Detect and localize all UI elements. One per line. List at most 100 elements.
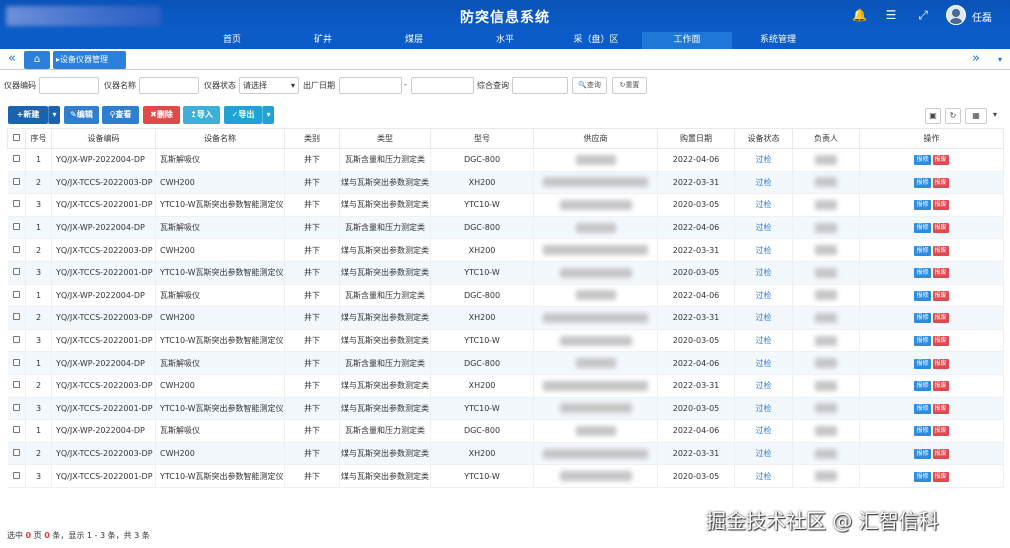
cell-status[interactable]: 过检: [734, 238, 793, 262]
row-checkbox[interactable]: [7, 306, 26, 330]
code-input[interactable]: [39, 77, 99, 94]
scrap-button[interactable]: 报废: [932, 381, 949, 392]
import-button[interactable]: ↥导入: [183, 106, 220, 124]
col-owner[interactable]: 负责人: [792, 128, 860, 149]
repair-button[interactable]: 报修: [914, 245, 931, 256]
user-name[interactable]: 任磊: [972, 9, 992, 24]
cell-status[interactable]: 过检: [734, 171, 793, 195]
repair-button[interactable]: 报修: [914, 290, 931, 301]
search-button[interactable]: 🔍查询: [572, 77, 607, 94]
repair-button[interactable]: 报修: [914, 336, 931, 347]
repair-button[interactable]: 报修: [914, 381, 931, 392]
cell-status[interactable]: 过检: [734, 374, 793, 398]
cell-status[interactable]: 过检: [734, 284, 793, 308]
name-input[interactable]: [139, 77, 199, 94]
table-row[interactable]: 3 YQ/JX-TCCS-2022001-DP YTC10-W瓦斯突出参数智能测定仪…: [7, 261, 1004, 285]
row-checkbox[interactable]: [7, 397, 26, 421]
export-button[interactable]: ✓导出: [224, 106, 262, 124]
cell-status[interactable]: 过检: [734, 306, 793, 330]
scrap-button[interactable]: 报废: [932, 336, 949, 347]
col-name[interactable]: 设备名称: [155, 128, 285, 149]
repair-button[interactable]: 报修: [914, 155, 931, 166]
row-checkbox[interactable]: [7, 351, 26, 375]
row-checkbox[interactable]: [7, 442, 26, 466]
fullscreen-icon[interactable]: ⤢: [916, 8, 930, 22]
bell-icon[interactable]: 🔔: [852, 8, 867, 22]
col-purchase-date[interactable]: 购置日期: [657, 128, 735, 149]
cell-status[interactable]: 过检: [734, 148, 793, 172]
edit-button[interactable]: ✎编辑: [64, 106, 99, 124]
col-no[interactable]: 序号: [25, 128, 52, 149]
col-status[interactable]: 设备状态: [734, 128, 793, 149]
table-row[interactable]: 3 YQ/JX-TCCS-2022001-DP YTC10-W瓦斯突出参数智能测定仪…: [7, 397, 1004, 421]
cell-status[interactable]: 过检: [734, 419, 793, 443]
table-row[interactable]: 2 YQ/JX-TCCS-2022003-DP CWH200 井下 煤与瓦斯突出参数测定…: [7, 238, 1004, 262]
col-supplier[interactable]: 供应商: [533, 128, 658, 149]
nav-home[interactable]: 首页: [187, 32, 277, 49]
status-select[interactable]: 请选择 ▾: [239, 77, 299, 94]
table-row[interactable]: 1 YQ/JX-WP-2022004-DP 瓦斯解吸仪 井下 瓦斯含量和压力测定类 DGC…: [7, 284, 1004, 308]
row-checkbox[interactable]: [7, 464, 26, 488]
row-checkbox[interactable]: [7, 329, 26, 353]
query-input[interactable]: [512, 77, 568, 94]
row-checkbox[interactable]: [7, 374, 26, 398]
table-row[interactable]: 2 YQ/JX-TCCS-2022003-DP CWH200 井下 煤与瓦斯突出参数测定…: [7, 442, 1004, 466]
col-type[interactable]: 类型: [339, 128, 431, 149]
scrap-button[interactable]: 报废: [932, 403, 949, 414]
scrap-button[interactable]: 报废: [932, 358, 949, 369]
row-checkbox[interactable]: [7, 216, 26, 240]
cell-status[interactable]: 过检: [734, 216, 793, 240]
col-model[interactable]: 型号: [430, 128, 534, 149]
repair-button[interactable]: 报修: [914, 471, 931, 482]
repair-button[interactable]: 报修: [914, 177, 931, 188]
scroll-right-icon[interactable]: »: [966, 49, 986, 70]
delete-button[interactable]: ✖删除: [143, 106, 180, 124]
table-row[interactable]: 1 YQ/JX-WP-2022004-DP 瓦斯解吸仪 井下 瓦斯含量和压力测定类 DGC…: [7, 148, 1004, 172]
scrap-button[interactable]: 报废: [932, 155, 949, 166]
cell-status[interactable]: 过检: [734, 397, 793, 421]
row-checkbox[interactable]: [7, 193, 26, 217]
scrap-button[interactable]: 报废: [932, 290, 949, 301]
columns-icon[interactable]: ▦: [965, 108, 987, 124]
cell-status[interactable]: 过检: [734, 442, 793, 466]
table-row[interactable]: 1 YQ/JX-WP-2022004-DP 瓦斯解吸仪 井下 瓦斯含量和压力测定类 DGC…: [7, 419, 1004, 443]
repair-button[interactable]: 报修: [914, 449, 931, 460]
refresh-icon[interactable]: ↻: [945, 108, 961, 124]
avatar[interactable]: [946, 5, 966, 25]
columns-dropdown-icon[interactable]: ▾: [988, 108, 1002, 124]
repair-button[interactable]: 报修: [914, 268, 931, 279]
row-checkbox[interactable]: [7, 261, 26, 285]
cell-status[interactable]: 过检: [734, 329, 793, 353]
repair-button[interactable]: 报修: [914, 403, 931, 414]
repair-button[interactable]: 报修: [914, 200, 931, 211]
add-dropdown-icon[interactable]: ▾: [48, 106, 60, 124]
scrap-button[interactable]: 报废: [932, 200, 949, 211]
table-row[interactable]: 3 YQ/JX-TCCS-2022001-DP YTC10-W瓦斯突出参数智能测定仪…: [7, 329, 1004, 353]
scroll-left-icon[interactable]: «: [0, 49, 24, 70]
nav-mine[interactable]: 矿井: [278, 32, 368, 49]
nav-coal-seam[interactable]: 煤层: [369, 32, 459, 49]
tab-device-management[interactable]: ▸设备仪器管理: [53, 51, 126, 69]
date-start-input[interactable]: [339, 77, 402, 94]
repair-button[interactable]: 报修: [914, 426, 931, 437]
nav-working-face[interactable]: 工作面: [642, 32, 732, 49]
view-button[interactable]: ⚲查看: [102, 106, 139, 124]
table-row[interactable]: 3 YQ/JX-TCCS-2022001-DP YTC10-W瓦斯突出参数智能测定仪…: [7, 193, 1004, 217]
scrap-button[interactable]: 报废: [932, 449, 949, 460]
tab-dropdown-icon[interactable]: ▾: [990, 49, 1010, 70]
table-row[interactable]: 3 YQ/JX-TCCS-2022001-DP YTC10-W瓦斯突出参数智能测定仪…: [7, 464, 1004, 488]
add-button[interactable]: +新建: [8, 106, 48, 124]
export-dropdown-icon[interactable]: ▾: [262, 106, 274, 124]
row-checkbox[interactable]: [7, 284, 26, 308]
row-checkbox[interactable]: [7, 171, 26, 195]
repair-button[interactable]: 报修: [914, 313, 931, 324]
table-row[interactable]: 1 YQ/JX-WP-2022004-DP 瓦斯解吸仪 井下 瓦斯含量和压力测定类 DGC…: [7, 216, 1004, 240]
col-code[interactable]: 设备编码: [51, 128, 156, 149]
reset-button[interactable]: ↻重置: [612, 77, 647, 94]
scrap-button[interactable]: 报废: [932, 223, 949, 234]
home-tab-icon[interactable]: ⌂: [24, 51, 50, 69]
cell-status[interactable]: 过检: [734, 193, 793, 217]
nav-system-admin[interactable]: 系统管理: [733, 32, 823, 49]
nav-level[interactable]: 水平: [460, 32, 550, 49]
select-all-checkbox[interactable]: [7, 128, 26, 149]
